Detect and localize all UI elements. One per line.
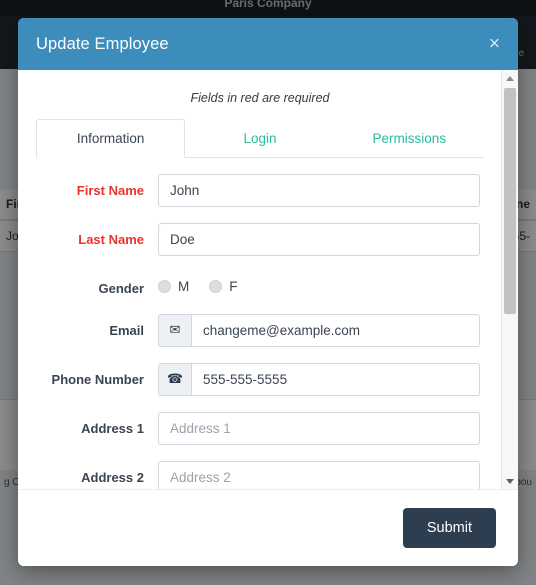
page-title: Update Employee bbox=[36, 34, 169, 53]
form-row-first-name: First Name bbox=[40, 174, 480, 207]
form-row-address-1: Address 1 bbox=[40, 411, 480, 445]
field-gender: M F bbox=[158, 272, 480, 294]
label-gender: Gender bbox=[98, 281, 144, 296]
phone-icon: ☎ bbox=[158, 362, 191, 396]
scroll-down-icon[interactable] bbox=[502, 473, 518, 489]
phone-number-input[interactable] bbox=[191, 362, 480, 396]
address-1-input[interactable] bbox=[158, 411, 480, 445]
gender-label-female: F bbox=[229, 279, 238, 294]
scrollbar-thumb[interactable] bbox=[504, 88, 516, 314]
scroll-up-icon[interactable] bbox=[502, 70, 518, 86]
modal-scrollbar[interactable] bbox=[501, 70, 518, 489]
update-employee-modal: Update Employee × Fields in red are requ… bbox=[18, 18, 518, 566]
required-fields-note: Fields in red are required bbox=[190, 91, 330, 105]
tab-permissions[interactable]: Permissions bbox=[335, 119, 484, 158]
close-icon[interactable]: × bbox=[485, 33, 504, 56]
form-row-email: Email ✉ bbox=[40, 313, 480, 347]
gender-radio-female[interactable] bbox=[209, 280, 223, 293]
label-address-2: Address 2 bbox=[81, 469, 144, 485]
tab-login[interactable]: Login bbox=[185, 119, 334, 158]
tab-information[interactable]: Information bbox=[36, 119, 186, 158]
phone-input-group: ☎ bbox=[158, 362, 480, 396]
form-row-phone-number: Phone Number ☎ bbox=[40, 362, 480, 396]
modal-body-wrapper: Fields in red are required Information L… bbox=[18, 70, 518, 489]
field-address-1 bbox=[158, 411, 480, 445]
field-last-name bbox=[158, 223, 480, 256]
field-email: ✉ bbox=[158, 313, 480, 347]
field-first-name bbox=[158, 174, 480, 207]
form-row-gender: Gender M F bbox=[40, 272, 480, 298]
modal-footer: Submit bbox=[18, 489, 518, 566]
first-name-input[interactable] bbox=[158, 174, 480, 207]
form-row-address-2: Address 2 bbox=[40, 460, 480, 489]
label-email: Email bbox=[109, 322, 144, 338]
field-address-2 bbox=[158, 460, 480, 489]
label-last-name: Last Name bbox=[78, 232, 144, 247]
modal-body: Fields in red are required Information L… bbox=[18, 70, 502, 489]
form-row-last-name: Last Name bbox=[40, 223, 480, 256]
last-name-input[interactable] bbox=[158, 223, 480, 256]
label-phone-number: Phone Number bbox=[51, 371, 144, 387]
gender-radio-male[interactable] bbox=[158, 280, 171, 293]
envelope-icon: ✉ bbox=[158, 313, 191, 347]
gender-radio-group: M F bbox=[158, 272, 254, 294]
email-input[interactable] bbox=[191, 313, 480, 347]
gender-label-male: M bbox=[178, 279, 190, 294]
field-phone-number: ☎ bbox=[158, 362, 480, 396]
label-address-1: Address 1 bbox=[81, 420, 144, 436]
modal-header: Update Employee × bbox=[18, 18, 518, 70]
label-first-name: First Name bbox=[76, 183, 144, 198]
email-input-group: ✉ bbox=[158, 313, 480, 347]
address-2-input[interactable] bbox=[158, 460, 480, 489]
tab-bar: Information Login Permissions bbox=[36, 119, 484, 158]
submit-button[interactable]: Submit bbox=[402, 508, 496, 548]
employee-form: First Name Last Name Gender bbox=[18, 158, 502, 489]
